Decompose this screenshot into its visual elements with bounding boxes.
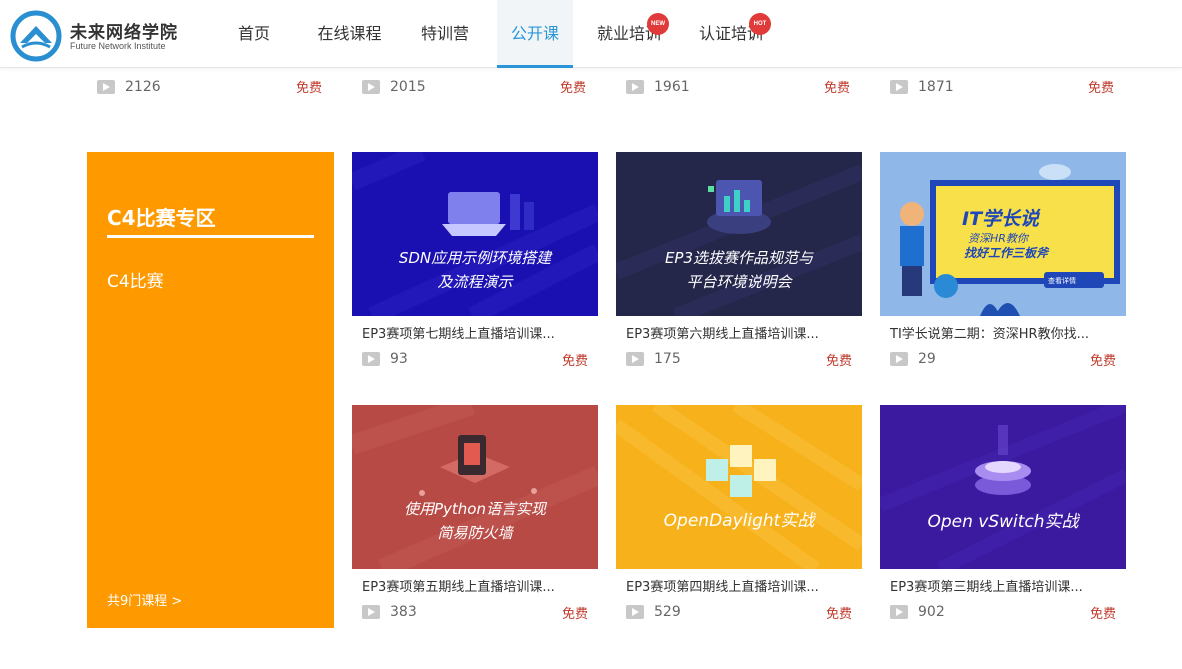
course-card[interactable]: IT学长说 资深HR教你 找好工作三板斧 查看详情 TI学长说第二期：资深HR教… xyxy=(880,152,1126,369)
price-label: 免费 xyxy=(296,81,323,96)
hot-badge: HOT xyxy=(749,13,771,35)
price-label: 免费 xyxy=(561,354,588,369)
course-thumbnail[interactable]: 使用Python语言实现 简易防火墙 xyxy=(352,405,598,569)
view-all-courses-link[interactable]: 共9门课程 > xyxy=(107,590,182,609)
play-icon xyxy=(362,605,380,619)
course-title[interactable]: EP3赛项第五期线上直播培训课... xyxy=(352,576,598,595)
thumb-title: IT学长说 xyxy=(962,208,1040,230)
course-card[interactable]: 使用Python语言实现 简易防火墙 EP3赛项第五期线上直播培训课... 38… xyxy=(352,405,598,622)
thumb-title: 使用Python语言实现 xyxy=(404,500,546,518)
price-label: 免费 xyxy=(560,81,587,96)
course-thumbnail[interactable]: SDN应用示例环境搭建 及流程演示 xyxy=(352,152,598,316)
price-label: 免费 xyxy=(1089,354,1116,369)
play-icon xyxy=(626,80,644,94)
course-card[interactable]: Open vSwitch实战 EP3赛项第三期线上直播培训课... 902 免费 xyxy=(880,405,1126,622)
course-stat: 902 免费 xyxy=(880,603,1126,622)
thumb-subtitle: 简易防火墙 xyxy=(437,524,513,542)
course-stat: 29 免费 xyxy=(880,350,1126,369)
thumb-subtitle: 平台环境说明会 xyxy=(686,273,792,291)
new-badge: NEW xyxy=(647,13,669,35)
view-count: 1961 xyxy=(654,79,690,95)
play-icon xyxy=(362,80,380,94)
thumb-title: SDN应用示例环境搭建 xyxy=(398,249,552,267)
promo-panel: C4比赛专区 C4比赛 共9门课程 > xyxy=(87,152,334,628)
nav-home[interactable]: 首页 xyxy=(218,0,290,68)
nav-open-course[interactable]: 公开课 xyxy=(497,0,573,68)
thumb-subtitle: 及流程演示 xyxy=(437,273,513,291)
price-label: 免费 xyxy=(825,354,852,369)
course-title[interactable]: EP3赛项第六期线上直播培训课... xyxy=(616,323,862,342)
course-stat: 529 免费 xyxy=(616,603,862,622)
nav-label: 首页 xyxy=(237,24,270,43)
course-card[interactable]: SDN应用示例环境搭建 及流程演示 EP3赛项第七期线上直播培训课... 93 免… xyxy=(352,152,598,369)
course-stat: 383 免费 xyxy=(352,603,598,622)
nav-certification-training[interactable]: 认证培训 HOT xyxy=(677,0,777,68)
course-title[interactable]: EP3赛项第四期线上直播培训课... xyxy=(616,576,862,595)
price-label: 免费 xyxy=(824,81,851,96)
course-stat: 93 免费 xyxy=(352,350,598,369)
promo-subtitle[interactable]: C4比赛 xyxy=(107,267,164,292)
course-card[interactable]: OpenDaylight实战 EP3赛项第四期线上直播培训课... 529 免费 xyxy=(616,405,862,622)
thumb-title: Open vSwitch实战 xyxy=(927,512,1079,532)
course-card[interactable]: EP3选拔赛作品规范与 平台环境说明会 EP3赛项第六期线上直播培训课... 1… xyxy=(616,152,862,369)
play-icon xyxy=(97,80,115,94)
view-count: 29 xyxy=(918,351,936,367)
view-count: 529 xyxy=(654,604,681,620)
view-count: 383 xyxy=(390,604,417,620)
ovs-illustration xyxy=(880,405,1126,569)
course-thumbnail[interactable]: Open vSwitch实战 xyxy=(880,405,1126,569)
thumb-subtitle: 找好工作三板斧 xyxy=(964,246,1049,260)
course-thumbnail[interactable]: OpenDaylight实战 xyxy=(616,405,862,569)
play-icon xyxy=(362,352,380,366)
course-stat: 2126 xyxy=(97,70,161,104)
view-count: 175 xyxy=(654,351,681,367)
play-icon xyxy=(890,80,908,94)
price-label: 免费 xyxy=(1088,81,1115,96)
play-icon xyxy=(626,352,644,366)
view-count: 1871 xyxy=(918,79,954,95)
play-icon xyxy=(626,605,644,619)
view-count: 902 xyxy=(918,604,945,620)
nav-label: 公开课 xyxy=(510,24,559,43)
price-label: 免费 xyxy=(825,607,852,622)
view-count: 2015 xyxy=(390,79,426,95)
play-icon xyxy=(890,352,908,366)
course-title[interactable]: EP3赛项第七期线上直播培训课... xyxy=(352,323,598,342)
course-stat: 2015 xyxy=(362,70,426,104)
view-count: 93 xyxy=(390,351,408,367)
price-label: 免费 xyxy=(561,607,588,622)
promo-title[interactable]: C4比赛专区 xyxy=(107,202,216,231)
thumb-details-button: 查看详情 xyxy=(1048,277,1076,285)
opendaylight-illustration xyxy=(616,405,862,569)
play-icon xyxy=(890,605,908,619)
divider xyxy=(107,235,314,238)
site-header: 未来网络学院 Future Network Institute 首页 在线课程 … xyxy=(0,0,1182,68)
main-nav: 首页 在线课程 特训营 公开课 就业培训 NEW 认证培训 HOT xyxy=(218,0,777,68)
price-label: 免费 xyxy=(1089,607,1116,622)
view-count: 2126 xyxy=(125,79,161,95)
thumb-title: EP3选拔赛作品规范与 xyxy=(664,249,814,267)
course-thumbnail[interactable]: IT学长说 资深HR教你 找好工作三板斧 查看详情 xyxy=(880,152,1126,316)
logo-icon[interactable] xyxy=(10,10,62,62)
course-stat: 1961 xyxy=(626,70,690,104)
course-title[interactable]: EP3赛项第三期线上直播培训课... xyxy=(880,576,1126,595)
nav-label: 在线课程 xyxy=(317,24,382,43)
course-thumbnail[interactable]: EP3选拔赛作品规范与 平台环境说明会 xyxy=(616,152,862,316)
nav-bootcamp[interactable]: 特训营 xyxy=(409,0,481,68)
nav-employment-training[interactable]: 就业培训 NEW xyxy=(573,0,677,68)
nav-label: 特训营 xyxy=(420,24,469,43)
course-title[interactable]: TI学长说第二期：资深HR教你找... xyxy=(880,323,1126,342)
brand-name-en: Future Network Institute xyxy=(70,41,166,51)
course-stat: 175 免费 xyxy=(616,350,862,369)
brand-name-cn[interactable]: 未来网络学院 xyxy=(70,18,178,43)
nav-online-courses[interactable]: 在线课程 xyxy=(290,0,409,68)
course-stat: 1871 xyxy=(890,70,954,104)
thumb-title: OpenDaylight实战 xyxy=(663,511,815,531)
